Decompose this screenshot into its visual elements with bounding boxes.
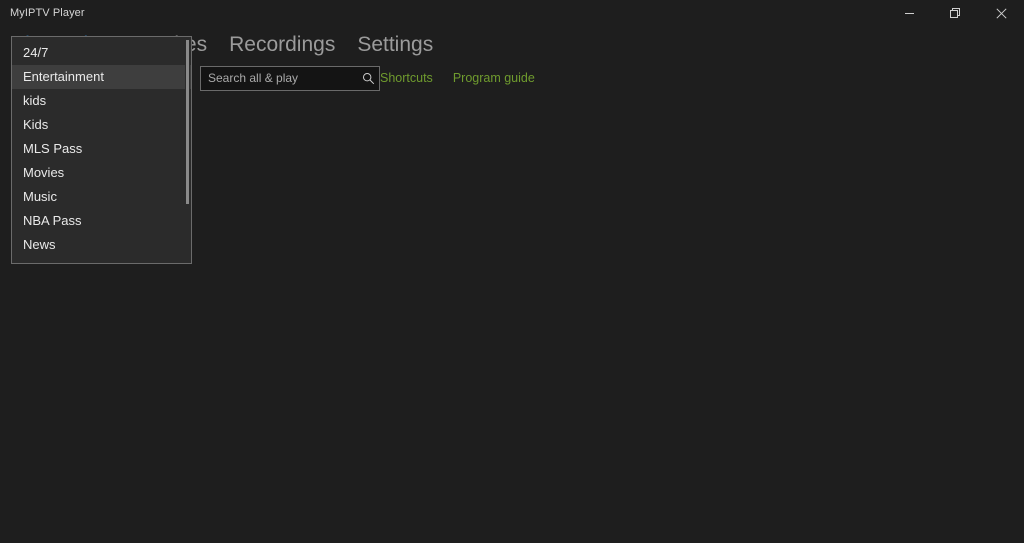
restore-button[interactable] bbox=[932, 0, 978, 26]
window-title: MyIPTV Player bbox=[10, 7, 85, 19]
search-input[interactable] bbox=[201, 66, 357, 90]
dropdown-item-kids[interactable]: Kids bbox=[12, 113, 191, 137]
dropdown-scrollbar[interactable] bbox=[185, 38, 190, 262]
dropdown-scrollbar-thumb[interactable] bbox=[186, 40, 189, 204]
nav-item-settings[interactable]: Settings bbox=[357, 34, 433, 55]
window-titlebar: MyIPTV Player bbox=[0, 0, 1024, 26]
shortcuts-link[interactable]: Shortcuts bbox=[380, 71, 433, 85]
restore-icon bbox=[949, 7, 961, 19]
toolbar: Shortcuts Program guide bbox=[200, 65, 535, 91]
dropdown-item-247[interactable]: 24/7 bbox=[12, 41, 191, 65]
dropdown-item-music[interactable]: Music bbox=[12, 185, 191, 209]
nav-item-recordings[interactable]: Recordings bbox=[229, 34, 335, 55]
close-icon bbox=[995, 7, 1007, 19]
minimize-icon bbox=[904, 8, 915, 19]
dropdown-items: 24/7 Entertainment kids Kids MLS Pass Mo… bbox=[12, 41, 191, 259]
dropdown-item-entertainment[interactable]: Entertainment bbox=[12, 65, 191, 89]
search-icon[interactable] bbox=[357, 67, 379, 90]
category-dropdown-list[interactable]: 24/7 Entertainment kids Kids MLS Pass Mo… bbox=[11, 36, 192, 264]
dropdown-item-movies[interactable]: Movies bbox=[12, 161, 191, 185]
search-box[interactable] bbox=[200, 65, 380, 91]
minimize-button[interactable] bbox=[886, 0, 932, 26]
dropdown-item-nba-pass[interactable]: NBA Pass bbox=[12, 209, 191, 233]
dropdown-item-kids-lower[interactable]: kids bbox=[12, 89, 191, 113]
dropdown-item-mls-pass[interactable]: MLS Pass bbox=[12, 137, 191, 161]
program-guide-link[interactable]: Program guide bbox=[453, 71, 535, 85]
dropdown-item-news[interactable]: News bbox=[12, 233, 191, 257]
close-button[interactable] bbox=[978, 0, 1024, 26]
